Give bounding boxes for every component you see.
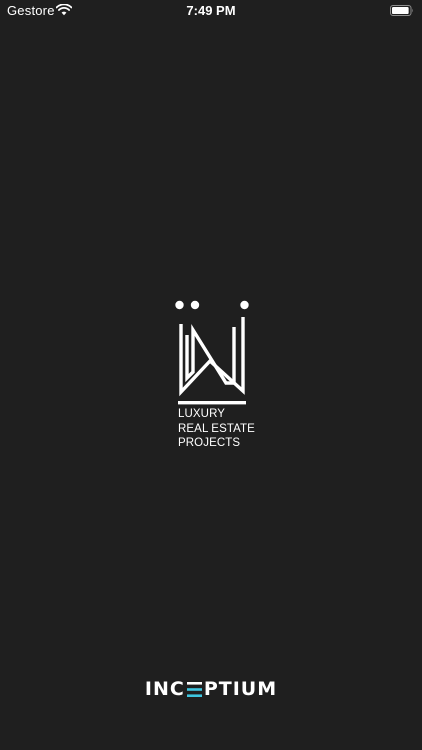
status-bar: Gestore 7:49 PM [0, 0, 422, 22]
inceptium-wordmark: INC PTIUM [145, 678, 277, 700]
brand-text-left: INC [144, 678, 185, 700]
tagline-line-1: LUXURY [178, 408, 226, 420]
brand-e-letter-icon [186, 681, 202, 697]
tagline-line-2: REAL ESTATE [178, 422, 255, 435]
logo-tagline: LUXURY REAL ESTATE PROJECTS [178, 407, 255, 451]
brand-text-right: PTIUM [203, 678, 278, 700]
status-time: 7:49 PM [186, 3, 236, 18]
battery-icon [390, 5, 413, 16]
crown-n-logo-icon [175, 300, 249, 405]
tagline-line-3: PROJECTS [178, 437, 241, 449]
splash-logo: LUXURY REAL ESTATE PROJECTS [172, 298, 255, 456]
footer-brand: INC PTIUM [0, 678, 422, 702]
